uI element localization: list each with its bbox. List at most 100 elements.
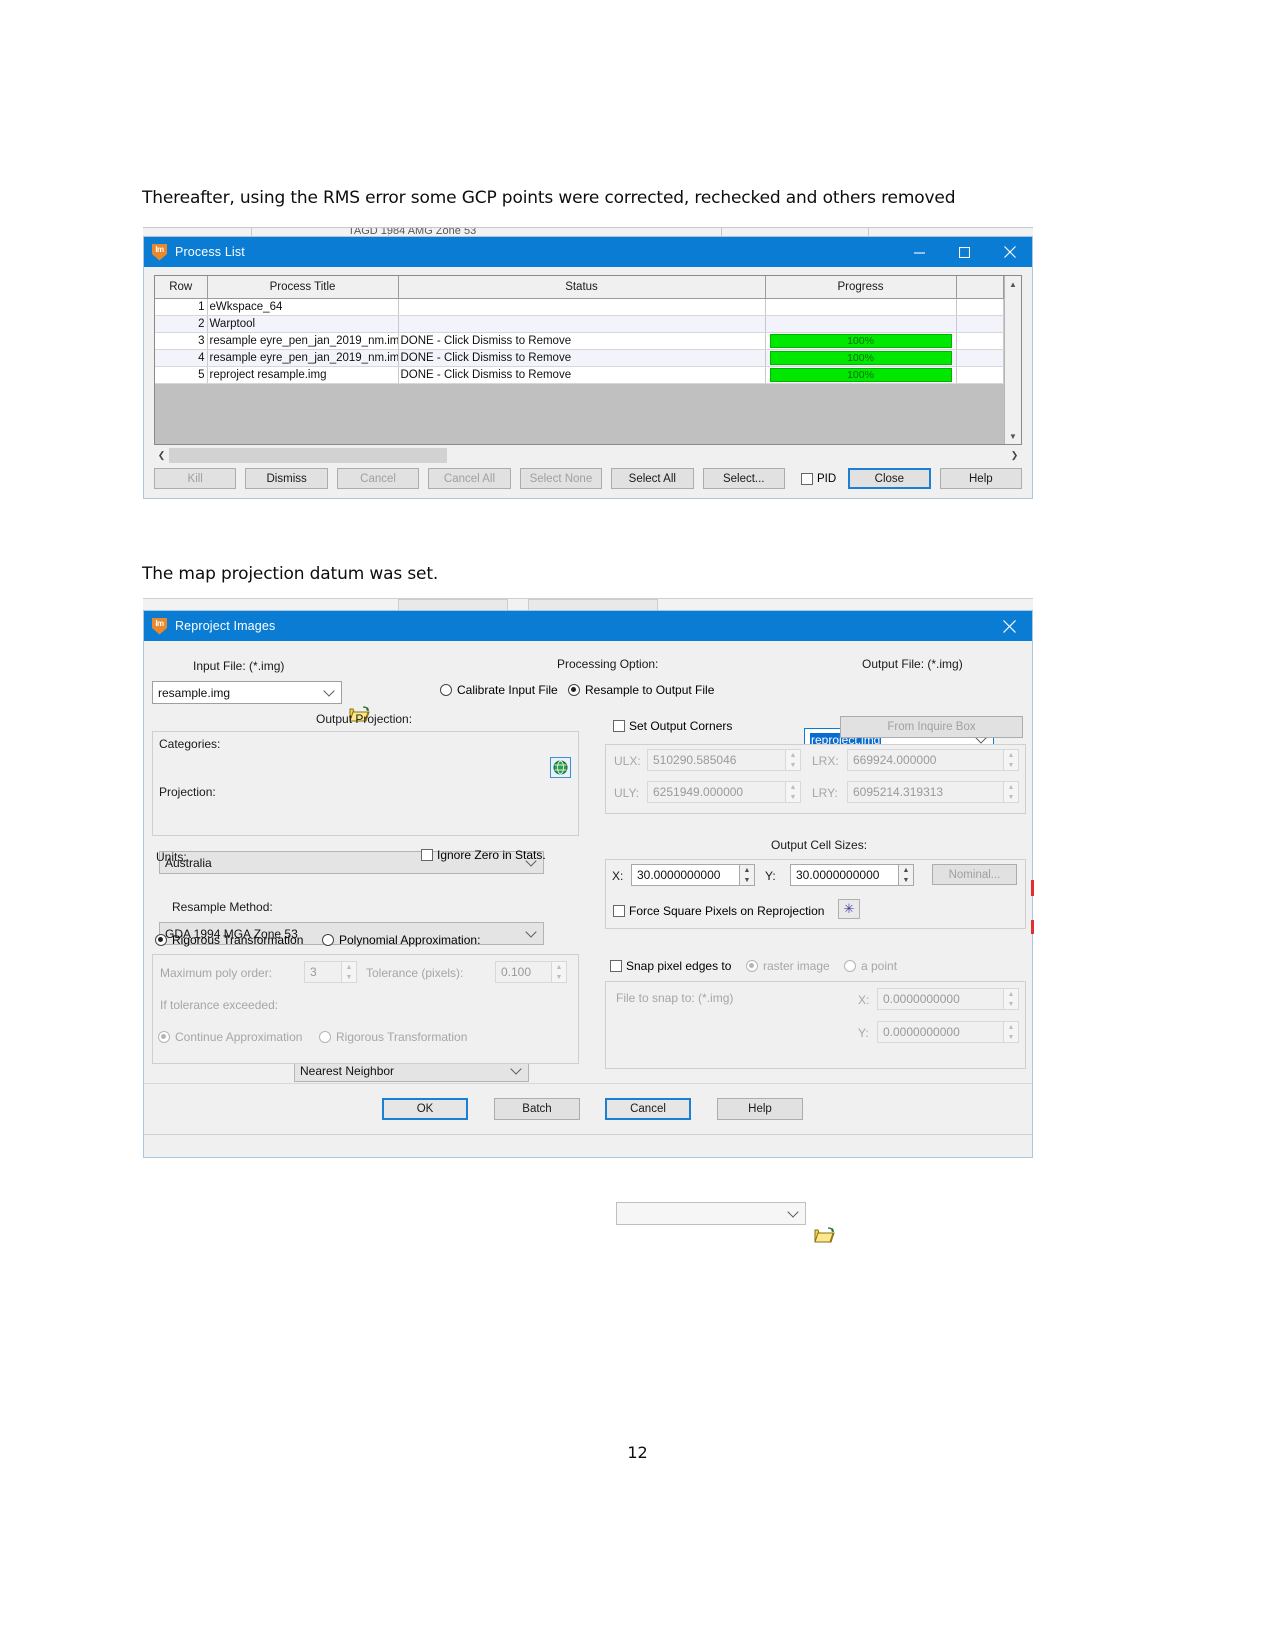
scroll-up-icon[interactable]: ▲ [1005,276,1021,292]
radio-circle-icon[interactable] [844,960,856,972]
ok-button[interactable]: OK [382,1098,468,1120]
radio-circle-icon[interactable] [319,1031,331,1043]
help-button[interactable]: Help [717,1098,803,1120]
close-icon[interactable] [987,237,1032,267]
spinner-arrows-icon[interactable]: ▲ ▼ [341,961,357,983]
spinner-arrows-icon[interactable]: ▲ ▼ [1003,781,1019,803]
ulx-stepper[interactable]: 510290.585046 ▲ ▼ [647,749,801,771]
spinner-arrows-icon[interactable]: ▲ ▼ [551,961,567,983]
snap-pixel-edges-checkbox-box[interactable] [610,960,622,972]
kill-button[interactable]: Kill [154,468,237,489]
minimize-icon[interactable] [897,237,942,267]
cancel-all-button[interactable]: Cancel All [428,468,511,489]
cell-x-stepper[interactable]: 30.0000000000 ▲ ▼ [631,864,755,886]
select-all-button[interactable]: Select All [611,468,694,489]
ignore-zero-checkbox[interactable]: Ignore Zero in Stats. [421,848,546,862]
calibrate-input-radio[interactable]: Calibrate Input File [440,683,558,697]
tolerance-stepper[interactable]: 0.100 ▲ ▼ [495,961,567,983]
hscrollbar-thumb[interactable] [169,448,447,463]
cell-x-value[interactable]: 30.0000000000 [631,864,739,886]
batch-button[interactable]: Batch [494,1098,580,1120]
set-output-corners-checkbox-box[interactable] [613,720,625,732]
progress-bar: 100% [769,368,952,382]
rigorous-transformation-label: Rigorous Transformation [172,933,304,947]
table-row[interactable]: 5 reproject resample.img DONE - Click Di… [155,366,1004,384]
cancel-button[interactable]: Cancel [336,468,420,489]
raster-image-radio[interactable]: raster image [746,959,830,973]
spinner-arrows-icon[interactable]: ▲ ▼ [785,781,801,803]
polynomial-approximation-radio[interactable]: Polynomial Approximation: [322,933,480,947]
resample-output-radio[interactable]: Resample to Output File [568,683,714,697]
spinner-arrows-icon[interactable]: ▲ ▼ [1003,749,1019,771]
scroll-left-icon[interactable]: ❮ [154,447,169,464]
uly-value[interactable]: 6251949.000000 [647,781,785,803]
ignore-zero-checkbox-box[interactable] [421,849,433,861]
input-file-combo[interactable]: resample.img [152,681,342,704]
open-snap-folder-icon[interactable] [814,1226,836,1245]
dismiss-button[interactable]: Dismiss [245,468,328,489]
uly-stepper[interactable]: 6251949.000000 ▲ ▼ [647,781,801,803]
spinner-arrows-icon[interactable]: ▲ ▼ [1003,1021,1019,1043]
spinner-arrows-icon[interactable]: ▲ ▼ [739,864,755,886]
column-header-process-title[interactable]: Process Title [207,276,399,299]
rigorous-transformation-radio[interactable]: Rigorous Transformation [155,933,303,947]
a-point-radio[interactable]: a point [844,959,897,973]
spinner-arrows-icon[interactable]: ▲ ▼ [898,864,914,886]
from-inquire-box-button[interactable]: From Inquire Box [840,716,1023,738]
ulx-value[interactable]: 510290.585046 [647,749,785,771]
scroll-right-icon[interactable]: ❯ [1007,447,1022,464]
tolerance-value[interactable]: 0.100 [495,961,551,983]
lrx-stepper[interactable]: 669924.000000 ▲ ▼ [847,749,1019,771]
force-square-checkbox-box[interactable] [613,905,625,917]
nominal-button[interactable]: Nominal... [932,864,1017,885]
snap-x-value[interactable]: 0.0000000000 [877,988,1003,1010]
max-poly-order-value[interactable]: 3 [304,961,341,983]
radio-circle-icon[interactable] [746,960,758,972]
cancel-button[interactable]: Cancel [605,1098,691,1120]
snap-pixel-edges-checkbox[interactable]: Snap pixel edges to [610,959,731,973]
lry-value[interactable]: 6095214.319313 [847,781,1003,803]
asterisk-icon[interactable]: ✳ [838,899,860,919]
table-row[interactable]: 4 resample eyre_pen_jan_2019_nm.img DONE… [155,349,1004,367]
select-button[interactable]: Select... [702,468,785,489]
snap-x-stepper[interactable]: 0.0000000000 ▲ ▼ [877,988,1019,1010]
close-icon[interactable] [987,611,1032,641]
snap-y-value[interactable]: 0.0000000000 [877,1021,1003,1043]
scroll-down-icon[interactable]: ▼ [1005,428,1021,444]
force-square-pixels-checkbox[interactable]: Force Square Pixels on Reprojection [613,904,824,918]
pid-checkbox-box[interactable] [800,472,813,485]
table-row[interactable]: 2 Warptool [155,315,1004,333]
column-header-filler [956,276,1004,299]
set-output-corners-checkbox[interactable]: Set Output Corners [613,719,732,733]
help-button[interactable]: Help [939,468,1023,489]
maximize-icon[interactable] [942,237,987,267]
hscroll-track[interactable] [169,448,1007,463]
cell-y-stepper[interactable]: 30.0000000000 ▲ ▼ [790,864,914,886]
radio-circle-icon[interactable] [155,934,167,946]
file-to-snap-combo[interactable] [616,1202,806,1225]
max-poly-order-stepper[interactable]: 3 ▲ ▼ [304,961,357,983]
spinner-arrows-icon[interactable]: ▲ ▼ [1003,988,1019,1010]
globe-icon[interactable] [550,757,571,778]
radio-circle-icon[interactable] [440,684,452,696]
column-header-row[interactable]: Row [155,276,208,299]
table-row[interactable]: 3 resample eyre_pen_jan_2019_nm.img DONE… [155,332,1004,350]
rigorous-transformation-radio-2[interactable]: Rigorous Transformation [319,1030,467,1044]
continue-approximation-radio[interactable]: Continue Approximation [158,1030,302,1044]
radio-circle-icon[interactable] [158,1031,170,1043]
horizontal-scrollbar[interactable]: ❮ ❯ [154,447,1022,464]
column-header-status[interactable]: Status [398,276,766,299]
pid-checkbox[interactable]: PID [800,472,836,485]
table-row[interactable]: 1 eWkspace_64 [155,298,1004,316]
vertical-scrollbar[interactable]: ▲ ▼ [1004,276,1021,444]
select-none-button[interactable]: Select None [519,468,603,489]
snap-y-stepper[interactable]: 0.0000000000 ▲ ▼ [877,1021,1019,1043]
radio-circle-icon[interactable] [322,934,334,946]
lrx-value[interactable]: 669924.000000 [847,749,1003,771]
spinner-arrows-icon[interactable]: ▲ ▼ [785,749,801,771]
cell-y-value[interactable]: 30.0000000000 [790,864,898,886]
radio-circle-icon[interactable] [568,684,580,696]
column-header-progress[interactable]: Progress [765,276,957,299]
lry-stepper[interactable]: 6095214.319313 ▲ ▼ [847,781,1019,803]
close-button[interactable]: Close [848,468,931,489]
